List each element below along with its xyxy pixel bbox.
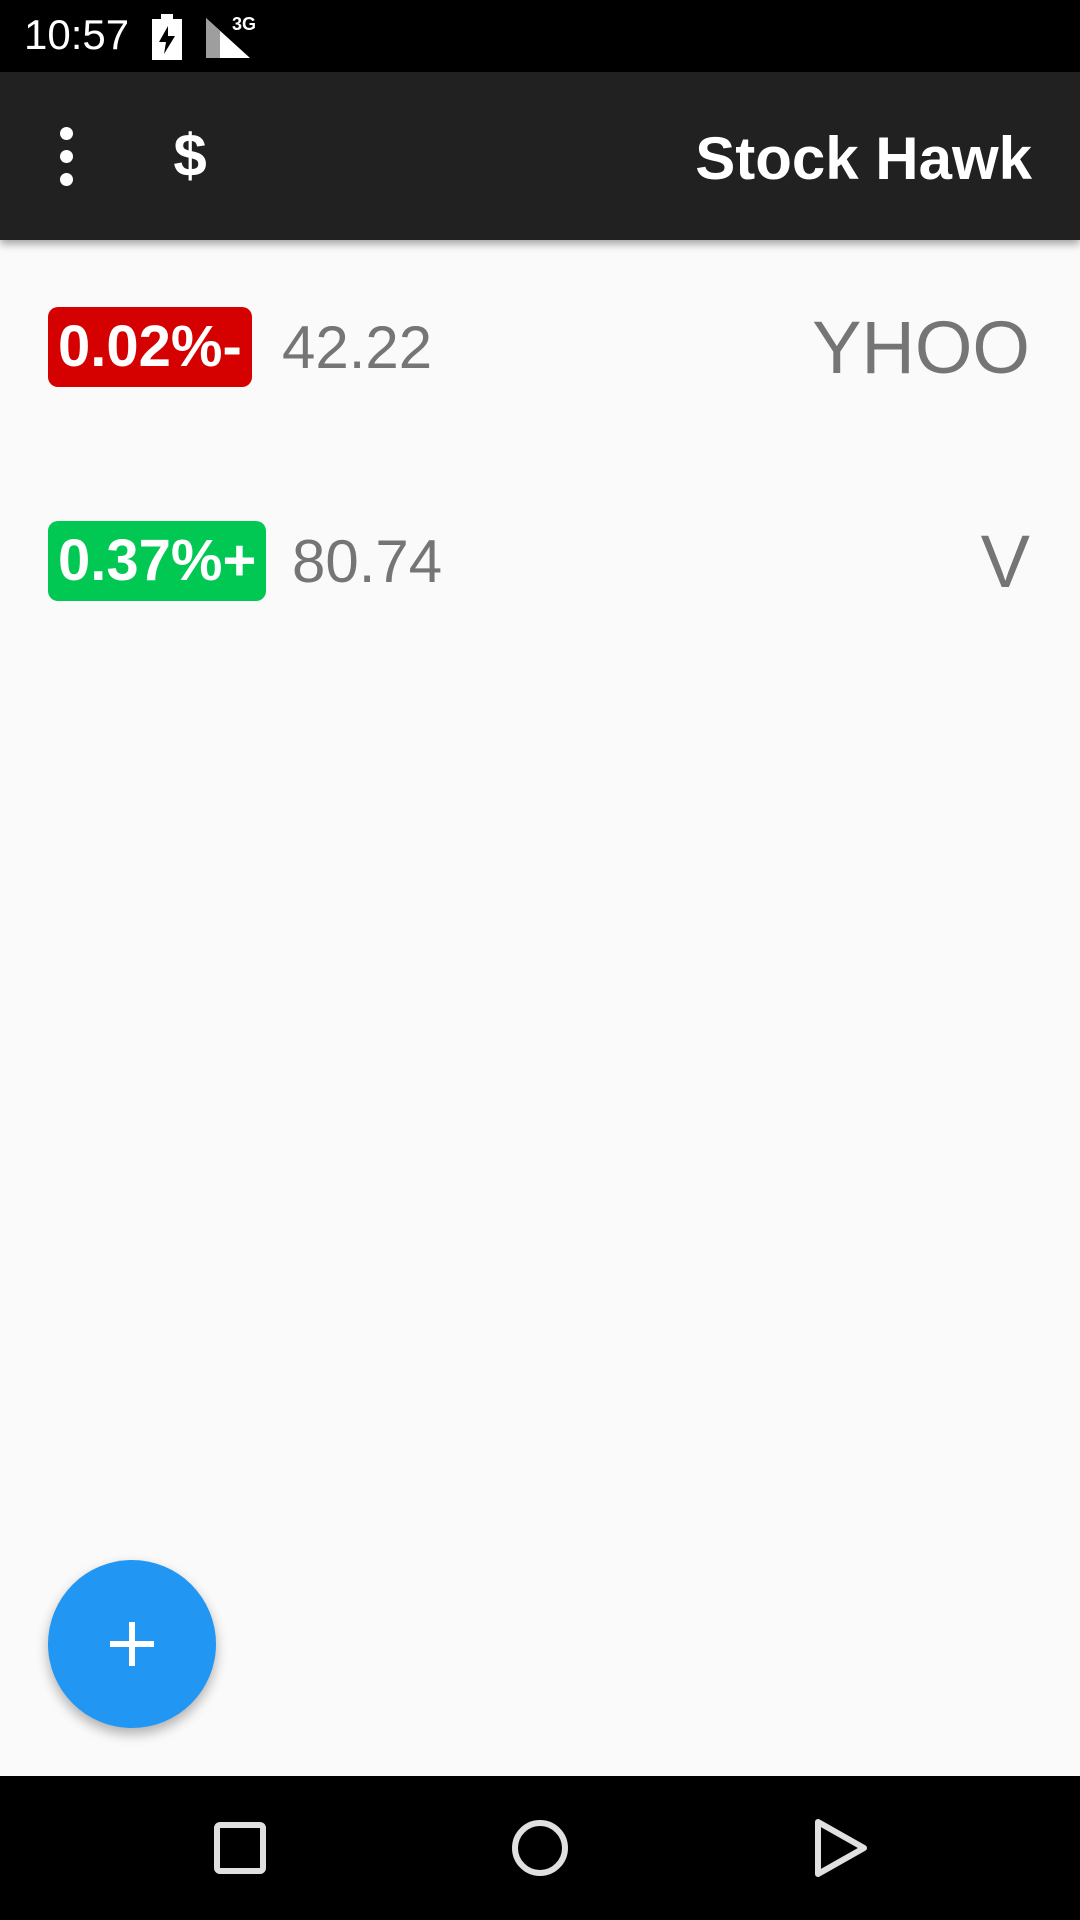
back-icon[interactable] xyxy=(800,1812,880,1884)
app-bar: $ Stock Hawk xyxy=(0,72,1080,240)
recents-icon[interactable] xyxy=(200,1812,280,1884)
status-time: 10:57 xyxy=(24,11,130,58)
status-bar: 10:57 3G xyxy=(0,0,1080,72)
stock-list: 0.02%- 42.22 YHOO 0.37%+ 80.74 V xyxy=(0,240,1080,668)
signal-icon: 3G xyxy=(206,14,256,58)
add-icon xyxy=(110,1622,154,1666)
home-icon[interactable] xyxy=(500,1812,580,1884)
stock-row-v[interactable]: 0.37%+ 80.74 V xyxy=(0,454,1080,668)
network-type: 3G xyxy=(232,14,256,34)
stock-price: 80.74 xyxy=(292,528,443,595)
stock-row-yhoo[interactable]: 0.02%- 42.22 YHOO xyxy=(0,240,1080,454)
change-badge[interactable]: 0.37%+ xyxy=(48,521,267,601)
dollar-icon[interactable]: $ xyxy=(160,112,220,200)
stock-symbol: V xyxy=(980,520,1030,603)
battery-charging-icon xyxy=(152,14,182,60)
stock-symbol: YHOO xyxy=(812,306,1030,389)
overflow-menu-icon[interactable] xyxy=(36,108,96,204)
change-badge[interactable]: 0.02%- xyxy=(48,307,252,387)
add-stock-button[interactable] xyxy=(48,1560,216,1728)
app-title: Stock Hawk xyxy=(695,125,1032,192)
navigation-bar xyxy=(0,1776,1080,1920)
stock-price: 42.22 xyxy=(282,314,433,381)
